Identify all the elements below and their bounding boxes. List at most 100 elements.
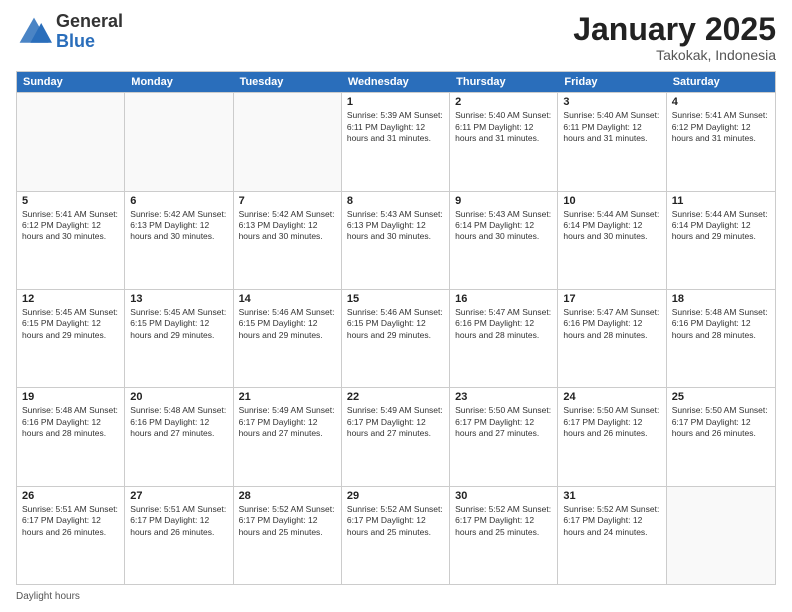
day-info: Sunrise: 5:44 AM Sunset: 6:14 PM Dayligh… [563,209,660,243]
calendar-cell: 10 Sunrise: 5:44 AM Sunset: 6:14 PM Dayli… [558,192,666,289]
calendar-cell [234,93,342,190]
day-number: 13 [130,293,227,305]
day-number: 28 [239,490,336,502]
day-info: Sunrise: 5:48 AM Sunset: 6:16 PM Dayligh… [22,405,119,439]
day-number: 12 [22,293,119,305]
calendar-cell: 22Sunrise: 5:49 AM Sunset: 6:17 PM Dayli… [342,388,450,485]
logo: General Blue [16,12,123,52]
day-info: Sunrise: 5:42 AM Sunset: 6:13 PM Dayligh… [130,209,227,243]
calendar-cell: 25Sunrise: 5:50 AM Sunset: 6:17 PM Dayli… [667,388,775,485]
day-number: 26 [22,490,119,502]
logo-general-text: General [56,12,123,32]
day-info: Sunrise: 5:52 AM Sunset: 6:17 PM Dayligh… [239,504,336,538]
day-info: Sunrise: 5:41 AM Sunset: 6:12 PM Dayligh… [22,209,119,243]
calendar-cell: 9Sunrise: 5:43 AM Sunset: 6:14 PM Daylig… [450,192,558,289]
day-info: Sunrise: 5:50 AM Sunset: 6:17 PM Dayligh… [563,405,660,439]
day-info: Sunrise: 5:46 AM Sunset: 6:15 PM Dayligh… [347,307,444,341]
calendar-week-row: 26 Sunrise: 5:51 AM Sunset: 6:17 PM Dayli… [17,486,775,584]
calendar-cell: 13Sunrise: 5:45 AM Sunset: 6:15 PM Dayli… [125,290,233,387]
day-info: Sunrise: 5:52 AM Sunset: 6:17 PM Dayligh… [455,504,552,538]
day-number: 2 [455,96,552,108]
calendar-cell: 7Sunrise: 5:42 AM Sunset: 6:13 PM Daylig… [234,192,342,289]
day-info: Sunrise: 5:46 AM Sunset: 6:15 PM Dayligh… [239,307,336,341]
day-number: 14 [239,293,336,305]
title-block: January 2025 Takokak, Indonesia [573,12,776,63]
day-number: 21 [239,391,336,403]
day-info: Sunrise: 5:52 AM Sunset: 6:17 PM Dayligh… [347,504,444,538]
calendar-week-row: 12 Sunrise: 5:45 AM Sunset: 6:15 PM Dayli… [17,289,775,387]
day-number: 1 [347,96,444,108]
calendar-header-cell: Tuesday [234,72,342,92]
logo-icon [16,14,52,50]
calendar-cell: 23Sunrise: 5:50 AM Sunset: 6:17 PM Dayli… [450,388,558,485]
calendar-cell: 18Sunrise: 5:48 AM Sunset: 6:16 PM Dayli… [667,290,775,387]
calendar-header-cell: Friday [558,72,666,92]
day-number: 22 [347,391,444,403]
day-number: 10 [563,195,660,207]
calendar-cell: 14 Sunrise: 5:46 AM Sunset: 6:15 PM Dayli… [234,290,342,387]
day-number: 19 [22,391,119,403]
day-number: 3 [563,96,660,108]
calendar-cell: 3 Sunrise: 5:40 AM Sunset: 6:11 PM Daylig… [558,93,666,190]
day-number: 7 [239,195,336,207]
day-number: 31 [563,490,660,502]
day-number: 24 [563,391,660,403]
calendar-cell: 26Sunrise: 5:51 AM Sunset: 6:17 PM Dayli… [17,487,125,584]
calendar-week-row: 19 Sunrise: 5:48 AM Sunset: 6:16 PM Dayli… [17,387,775,485]
calendar-week-row: 1 Sunrise: 5:39 AM Sunset: 6:11 PM Daylig… [17,92,775,190]
calendar-cell [17,93,125,190]
day-info: Sunrise: 5:41 AM Sunset: 6:12 PM Dayligh… [672,110,770,144]
calendar-cell: 2 Sunrise: 5:40 AM Sunset: 6:11 PM Daylig… [450,93,558,190]
day-number: 20 [130,391,227,403]
day-info: Sunrise: 5:47 AM Sunset: 6:16 PM Dayligh… [455,307,552,341]
calendar-week-row: 5 Sunrise: 5:41 AM Sunset: 6:12 PM Daylig… [17,191,775,289]
calendar-cell: 24 Sunrise: 5:50 AM Sunset: 6:17 PM Dayli… [558,388,666,485]
day-number: 6 [130,195,227,207]
day-number: 17 [563,293,660,305]
calendar-header-cell: Thursday [450,72,558,92]
calendar-cell: 4Sunrise: 5:41 AM Sunset: 6:12 PM Daylig… [667,93,775,190]
day-info: Sunrise: 5:44 AM Sunset: 6:14 PM Dayligh… [672,209,770,243]
calendar-cell: 30 Sunrise: 5:52 AM Sunset: 6:17 PM Dayli… [450,487,558,584]
day-number: 5 [22,195,119,207]
calendar-cell: 19 Sunrise: 5:48 AM Sunset: 6:16 PM Dayli… [17,388,125,485]
page: General Blue January 2025 Takokak, Indon… [0,0,792,612]
day-info: Sunrise: 5:51 AM Sunset: 6:17 PM Dayligh… [130,504,227,538]
day-number: 29 [347,490,444,502]
day-number: 30 [455,490,552,502]
day-number: 15 [347,293,444,305]
day-info: Sunrise: 5:47 AM Sunset: 6:16 PM Dayligh… [563,307,660,341]
day-info: Sunrise: 5:40 AM Sunset: 6:11 PM Dayligh… [563,110,660,144]
day-info: Sunrise: 5:50 AM Sunset: 6:17 PM Dayligh… [672,405,770,439]
day-info: Sunrise: 5:40 AM Sunset: 6:11 PM Dayligh… [455,110,552,144]
footer: Daylight hours [16,591,776,602]
calendar-cell [125,93,233,190]
calendar-cell: 15 Sunrise: 5:46 AM Sunset: 6:15 PM Dayli… [342,290,450,387]
footer-text: Daylight hours [16,591,80,602]
calendar-cell: 21 Sunrise: 5:49 AM Sunset: 6:17 PM Dayli… [234,388,342,485]
calendar-cell: 27 Sunrise: 5:51 AM Sunset: 6:17 PM Dayli… [125,487,233,584]
day-info: Sunrise: 5:49 AM Sunset: 6:17 PM Dayligh… [239,405,336,439]
day-number: 16 [455,293,552,305]
day-number: 9 [455,195,552,207]
day-number: 23 [455,391,552,403]
calendar-cell: 1 Sunrise: 5:39 AM Sunset: 6:11 PM Daylig… [342,93,450,190]
day-info: Sunrise: 5:39 AM Sunset: 6:11 PM Dayligh… [347,110,444,144]
day-info: Sunrise: 5:52 AM Sunset: 6:17 PM Dayligh… [563,504,660,538]
day-number: 27 [130,490,227,502]
day-info: Sunrise: 5:43 AM Sunset: 6:13 PM Dayligh… [347,209,444,243]
title-location: Takokak, Indonesia [573,47,776,63]
day-info: Sunrise: 5:45 AM Sunset: 6:15 PM Dayligh… [22,307,119,341]
day-number: 18 [672,293,770,305]
calendar-cell: 12 Sunrise: 5:45 AM Sunset: 6:15 PM Dayli… [17,290,125,387]
calendar-cell: 29 Sunrise: 5:52 AM Sunset: 6:17 PM Dayli… [342,487,450,584]
title-month: January 2025 [573,12,776,47]
calendar-cell: 17 Sunrise: 5:47 AM Sunset: 6:16 PM Dayli… [558,290,666,387]
calendar-cell: 16 Sunrise: 5:47 AM Sunset: 6:16 PM Dayli… [450,290,558,387]
day-number: 11 [672,195,770,207]
logo-blue-text: Blue [56,32,123,52]
calendar-cell: 20Sunrise: 5:48 AM Sunset: 6:16 PM Dayli… [125,388,233,485]
calendar-cell: 6 Sunrise: 5:42 AM Sunset: 6:13 PM Daylig… [125,192,233,289]
calendar-header-cell: Wednesday [342,72,450,92]
header: General Blue January 2025 Takokak, Indon… [16,12,776,63]
